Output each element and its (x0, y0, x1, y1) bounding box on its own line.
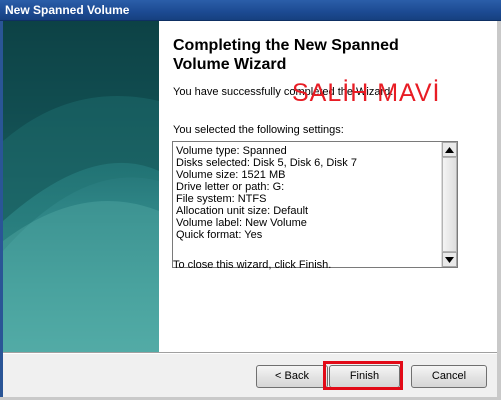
setting-volume-size: Volume size: 1521 MB (176, 169, 286, 181)
scroll-thumb[interactable] (442, 157, 457, 252)
setting-quick-format: Quick format: Yes (176, 229, 263, 241)
setting-disks-selected: Disks selected: Disk 5, Disk 6, Disk 7 (176, 157, 357, 169)
setting-allocation-unit: Allocation unit size: Default (176, 205, 309, 217)
page-title: Completing the New Spanned Volume Wizard (173, 36, 493, 74)
window-title-bar[interactable]: New Spanned Volume (0, 0, 501, 21)
window-title: New Spanned Volume (5, 3, 130, 17)
finish-button[interactable]: Finish (329, 365, 400, 388)
watermark-text: SALİH MAVİ (292, 79, 441, 107)
cancel-button[interactable]: Cancel (411, 365, 487, 388)
settings-summary-box[interactable]: Volume type: Spanned Disks selected: Dis… (172, 141, 458, 268)
settings-label: You selected the following settings: (173, 124, 344, 136)
close-instruction: To close this wizard, click Finish. (173, 259, 332, 271)
setting-drive-letter: Drive letter or path: G: (176, 181, 285, 193)
wizard-side-banner (3, 21, 159, 352)
settings-list: Volume type: Spanned Disks selected: Dis… (176, 145, 440, 241)
window-frame-right (497, 21, 501, 400)
scroll-up-button[interactable] (442, 142, 457, 157)
banner-decoration (3, 21, 159, 352)
page-title-line-1: Completing the New Spanned (173, 37, 399, 54)
setting-file-system: File system: NTFS (176, 193, 267, 205)
scroll-up-arrow-icon (445, 146, 454, 153)
setting-volume-type: Volume type: Spanned (176, 145, 287, 157)
wizard-content: Completing the New Spanned Volume Wizard… (159, 21, 497, 352)
button-area-divider (3, 352, 497, 354)
page-title-line-2: Volume Wizard (173, 56, 287, 73)
setting-volume-label: Volume label: New Volume (176, 217, 307, 229)
back-button[interactable]: < Back (256, 365, 328, 388)
settings-scrollbar[interactable] (441, 142, 457, 267)
